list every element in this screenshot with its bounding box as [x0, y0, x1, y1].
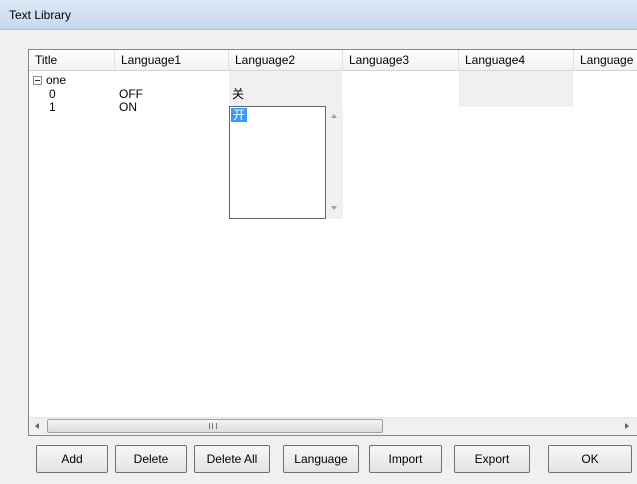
- language2-dropdown-list[interactable]: 开: [229, 106, 326, 219]
- column-header-language5[interactable]: Language: [574, 50, 637, 70]
- text-library-window: Text Library Title Language1 Language2 L…: [0, 0, 637, 484]
- grip-icon: [209, 423, 217, 429]
- row-language1-cell: ON: [119, 100, 137, 114]
- column-header-language1[interactable]: Language1: [115, 50, 229, 70]
- delete-button[interactable]: Delete: [115, 445, 187, 473]
- dropdown-scrollbar[interactable]: [326, 106, 343, 219]
- column-header-title[interactable]: Title: [29, 50, 115, 70]
- scroll-down-arrow-icon[interactable]: [331, 206, 337, 210]
- column-header-language4[interactable]: Language4: [459, 50, 574, 70]
- delete-all-button[interactable]: Delete All: [194, 445, 270, 473]
- column-shading: [229, 71, 343, 107]
- column-shading: [459, 71, 574, 107]
- import-button[interactable]: Import: [369, 445, 442, 473]
- dropdown-option-selected[interactable]: 开: [231, 108, 248, 122]
- row-title-cell: 1: [49, 100, 56, 114]
- scroll-left-arrow-icon[interactable]: [35, 423, 39, 429]
- window-title: Text Library: [9, 8, 72, 22]
- ok-button[interactable]: OK: [548, 445, 632, 473]
- horizontal-scrollbar[interactable]: [29, 417, 637, 435]
- language-button[interactable]: Language: [283, 445, 359, 473]
- scroll-up-arrow-icon[interactable]: [331, 114, 337, 118]
- add-button[interactable]: Add: [36, 445, 108, 473]
- group-label: one: [46, 73, 67, 87]
- text-library-list[interactable]: Title Language1 Language2 Language3 Lang…: [28, 49, 637, 436]
- export-button[interactable]: Export: [454, 445, 530, 473]
- collapse-toggle-icon[interactable]: [33, 76, 42, 85]
- scroll-right-arrow-icon[interactable]: [625, 423, 629, 429]
- scrollbar-thumb[interactable]: [47, 419, 383, 433]
- title-bar[interactable]: Text Library: [0, 0, 637, 30]
- column-header-language2[interactable]: Language2: [229, 50, 343, 70]
- row-language2-cell: 关: [232, 87, 245, 101]
- list-header: Title Language1 Language2 Language3 Lang…: [29, 50, 637, 71]
- column-header-language3[interactable]: Language3: [343, 50, 459, 70]
